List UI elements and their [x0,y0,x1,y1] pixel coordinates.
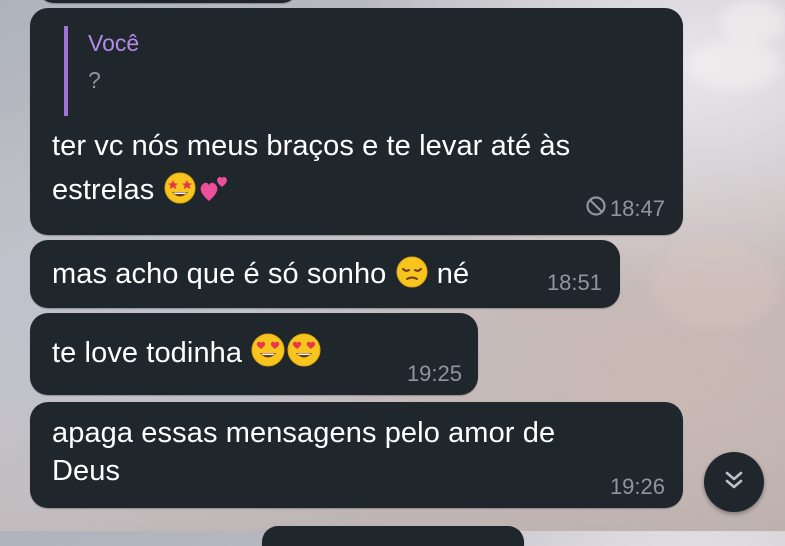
double-chevron-down-icon [721,467,747,498]
message-time: 19:25 [406,361,462,386]
two-hearts-emoji [197,171,231,218]
message-line-text: te love todinha [52,337,243,369]
message-time: 18:47 [585,195,665,223]
background-cloud [720,0,785,45]
message-bubble[interactable]: te love todinha 19:25 [30,313,478,395]
reply-quote[interactable]: Você ? [64,26,139,116]
scroll-down-button[interactable] [704,452,764,512]
background-cloud [690,40,780,90]
message-bubble[interactable]: mas acho que é só sonho né 18:51 [30,240,620,308]
message-text: apaga essas mensagens pelo amor de Deus [52,414,555,490]
message-bubble[interactable]: Você ? ter vc nós meus braços e te levar… [30,8,683,235]
heart-eyes-emoji [250,332,286,381]
edited-block-icon [585,195,607,223]
heart-eyes-emoji [286,332,322,381]
message-line-text: mas acho que é só sonho [52,258,387,290]
pensive-emoji [395,255,429,302]
message-bubble[interactable]: apaga essas mensagens pelo amor de Deus … [30,402,683,508]
message-text: ter vc nós meus braços e te levar até às… [52,124,672,218]
message-line: ter vc nós meus braços e te levar até às [52,130,571,162]
message-time: 19:26 [609,474,665,499]
previous-message-bubble-partial [38,0,298,3]
star-struck-emoji [163,171,197,218]
message-line-2: Deus [52,455,121,487]
message-suffix-text: né [436,258,470,290]
message-line: apaga essas mensagens pelo amor de [52,417,556,449]
message-text: mas acho que é só sonho né [52,252,469,302]
message-text: te love todinha [52,331,322,381]
message-line-text: estrelas [52,174,155,206]
reply-author: Você [88,30,140,56]
next-message-bubble-partial [262,526,524,546]
background-cloud [650,240,780,330]
reply-text: ? [88,67,101,93]
message-time-text: 18:47 [609,196,665,221]
message-time: 18:51 [546,270,602,295]
message-line-2: estrelas [52,168,672,218]
